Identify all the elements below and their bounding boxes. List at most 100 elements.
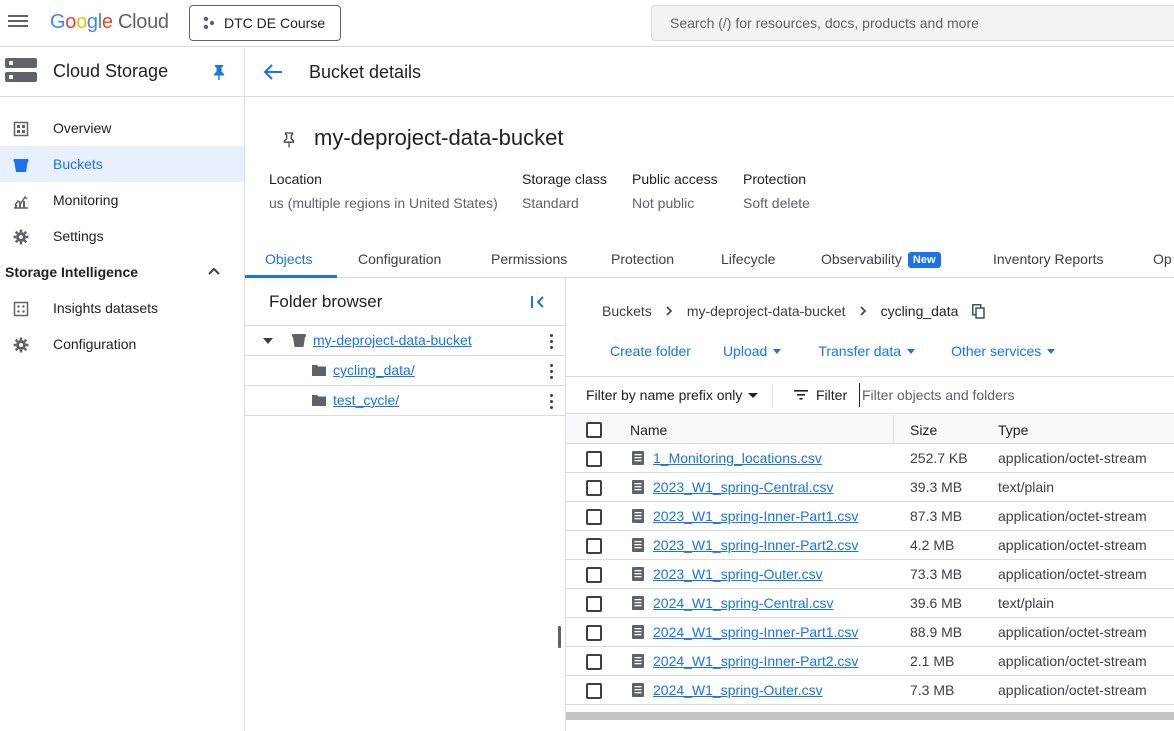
tree-label[interactable]: cycling_data/ (333, 362, 415, 378)
row-checkbox[interactable] (586, 538, 602, 554)
table-row[interactable]: 2024_W1_spring-Central.csv 39.6 MB text/pl… (566, 589, 1174, 618)
file-size: 39.6 MB (910, 595, 963, 611)
row-checkbox[interactable] (586, 596, 602, 612)
table-row[interactable]: 1_Monitoring_locations.csv 252.7 KB applic… (566, 444, 1174, 473)
file-icon (632, 567, 644, 581)
file-name-link[interactable]: 2024_W1_spring-Central.csv (653, 595, 834, 611)
file-type: text/plain (998, 479, 1055, 495)
row-checkbox[interactable] (586, 451, 602, 467)
row-checkbox[interactable] (586, 683, 602, 699)
file-type: application/octet-stream (998, 508, 1147, 524)
table-row[interactable]: 2024_W1_spring-Inner-Part1.csv 88.9 MB app… (566, 618, 1174, 647)
page-title: Bucket details (309, 62, 422, 82)
tab-inventory-reports[interactable]: Inventory Reports (993, 251, 1104, 267)
tree-row-folder[interactable]: cycling_data/ (245, 356, 565, 386)
file-name-link[interactable]: 2024_W1_spring-Outer.csv (653, 682, 823, 698)
transfer-data-button[interactable]: Transfer data (818, 343, 916, 359)
tab-lifecycle[interactable]: Lifecycle (721, 251, 775, 267)
service-header: Cloud Storage (0, 48, 244, 97)
tab-label: Observability (821, 251, 902, 267)
meta-value: Not public (632, 195, 695, 211)
tab-protection[interactable]: Protection (611, 251, 674, 267)
tab-observability[interactable]: Observability New (821, 251, 941, 268)
tab-permissions[interactable]: Permissions (491, 251, 567, 267)
file-type: application/octet-stream (998, 624, 1147, 640)
copy-icon[interactable] (972, 303, 986, 319)
column-header-name[interactable]: Name (630, 422, 667, 438)
upload-button[interactable]: Upload (723, 343, 782, 359)
sidebar-item-label: Configuration (53, 336, 137, 352)
table-row[interactable]: 2023_W1_spring-Inner-Part1.csv 87.3 MB app… (566, 502, 1174, 531)
section-storage-intelligence[interactable]: Storage Intelligence (0, 254, 244, 290)
meta-public-access: Public access Not public (632, 171, 718, 211)
table-row[interactable]: 2024_W1_spring-Inner-Part2.csv 2.1 MB appl… (566, 647, 1174, 676)
meta-key: Public access (632, 171, 718, 187)
more-vert-icon[interactable] (550, 394, 554, 410)
row-checkbox[interactable] (586, 480, 602, 496)
column-header-size[interactable]: Size (910, 422, 937, 438)
breadcrumb-bucket[interactable]: my-deproject-data-bucket (687, 303, 846, 319)
pin-outline-icon[interactable] (283, 132, 295, 148)
row-checkbox[interactable] (586, 654, 602, 670)
google-cloud-logo[interactable]: Google Cloud (50, 11, 169, 34)
dropdown-arrow-icon (907, 348, 916, 354)
main-content: Bucket details my-deproject-data-bucket … (245, 48, 1174, 731)
sidebar-item-insights-datasets[interactable]: Insights datasets (0, 290, 244, 326)
file-name-link[interactable]: 1_Monitoring_locations.csv (653, 450, 822, 466)
filter-mode-dropdown[interactable]: Filter by name prefix only (586, 387, 759, 403)
sidebar-item-settings[interactable]: Settings (0, 218, 244, 254)
chevron-up-icon[interactable] (208, 267, 220, 275)
file-name-link[interactable]: 2024_W1_spring-Inner-Part2.csv (653, 653, 858, 669)
service-title: Cloud Storage (53, 61, 169, 81)
file-name-link[interactable]: 2023_W1_spring-Inner-Part1.csv (653, 508, 858, 524)
breadcrumb-buckets[interactable]: Buckets (602, 303, 652, 319)
sidebar-item-monitoring[interactable]: Monitoring (0, 182, 244, 218)
horizontal-scrollbar[interactable] (566, 712, 1174, 720)
back-arrow-icon[interactable] (263, 63, 283, 81)
table-row[interactable]: 2024_W1_spring-Outer.csv 7.3 MB applicatio… (566, 676, 1174, 705)
other-services-label: Other services (951, 343, 1042, 359)
main-menu-icon[interactable] (8, 12, 28, 32)
file-name-link[interactable]: 2023_W1_spring-Central.csv (653, 479, 834, 495)
file-name-link[interactable]: 2024_W1_spring-Inner-Part1.csv (653, 624, 858, 640)
tab-operations[interactable]: Op (1153, 251, 1172, 267)
tree-row-folder[interactable]: test_cycle/ (245, 386, 565, 416)
select-all-checkbox[interactable] (586, 422, 602, 438)
meta-key: Protection (743, 171, 807, 187)
file-size: 87.3 MB (910, 508, 963, 524)
tree-label[interactable]: my-deproject-data-bucket (313, 332, 472, 348)
row-checkbox[interactable] (586, 567, 602, 583)
pin-icon[interactable] (212, 64, 226, 80)
search-box[interactable] (651, 5, 1174, 41)
table-row[interactable]: 2023_W1_spring-Outer.csv 73.3 MB applicati… (566, 560, 1174, 589)
file-icon (632, 480, 644, 494)
chevron-right-icon (666, 306, 672, 316)
filter-input[interactable] (859, 383, 1159, 407)
tab-configuration[interactable]: Configuration (358, 251, 441, 267)
tree-label[interactable]: test_cycle/ (333, 392, 399, 408)
panel-resize-handle[interactable] (558, 626, 561, 648)
sidebar-item-buckets[interactable]: Buckets (0, 146, 244, 182)
more-vert-icon[interactable] (550, 364, 554, 380)
table-row[interactable]: 2023_W1_spring-Inner-Part2.csv 4.2 MB appl… (566, 531, 1174, 560)
expand-caret-icon[interactable] (263, 338, 273, 344)
row-checkbox[interactable] (586, 509, 602, 525)
collapse-panel-icon[interactable] (530, 294, 546, 310)
meta-value: Soft delete (743, 195, 810, 211)
more-vert-icon[interactable] (550, 334, 554, 350)
sidebar-item-label: Monitoring (53, 192, 119, 208)
tab-objects[interactable]: Objects (265, 251, 312, 267)
project-picker-button[interactable]: DTC DE Course (189, 5, 341, 41)
create-folder-button[interactable]: Create folder (610, 343, 691, 359)
file-name-link[interactable]: 2023_W1_spring-Inner-Part2.csv (653, 537, 858, 553)
search-input[interactable] (670, 15, 1174, 31)
sidebar-item-overview[interactable]: Overview (0, 110, 244, 146)
tree-row-root[interactable]: my-deproject-data-bucket (245, 326, 565, 356)
other-services-button[interactable]: Other services (951, 343, 1056, 359)
table-row[interactable]: 2023_W1_spring-Central.csv 39.3 MB text/pl… (566, 473, 1174, 502)
filter-button[interactable]: Filter (794, 387, 847, 403)
row-checkbox[interactable] (586, 625, 602, 641)
column-header-type[interactable]: Type (998, 422, 1028, 438)
sidebar-item-configuration[interactable]: Configuration (0, 326, 244, 362)
file-name-link[interactable]: 2023_W1_spring-Outer.csv (653, 566, 823, 582)
